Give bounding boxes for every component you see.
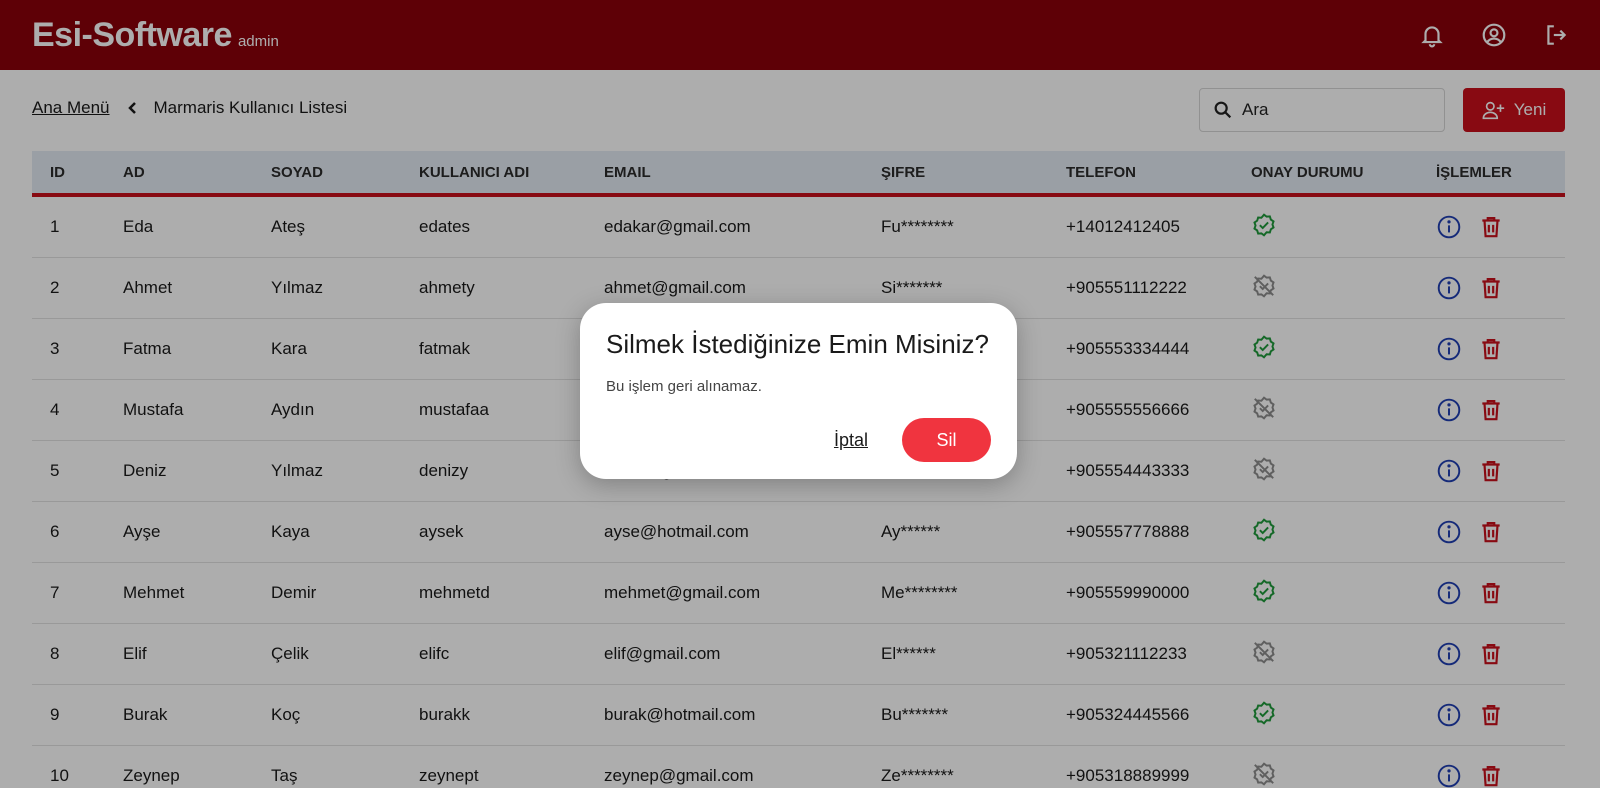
confirm-delete-dialog: Silmek İstediğinize Emin Misiniz? Bu işl…	[580, 303, 1017, 479]
dialog-message: Bu işlem geri alınamaz.	[606, 378, 762, 395]
delete-button[interactable]: Sil	[902, 418, 991, 462]
dialog-title: Silmek İstediğinize Emin Misiniz?	[606, 329, 989, 359]
cancel-button[interactable]: İptal	[834, 430, 868, 451]
dialog-actions: İptal Sil	[834, 418, 991, 462]
